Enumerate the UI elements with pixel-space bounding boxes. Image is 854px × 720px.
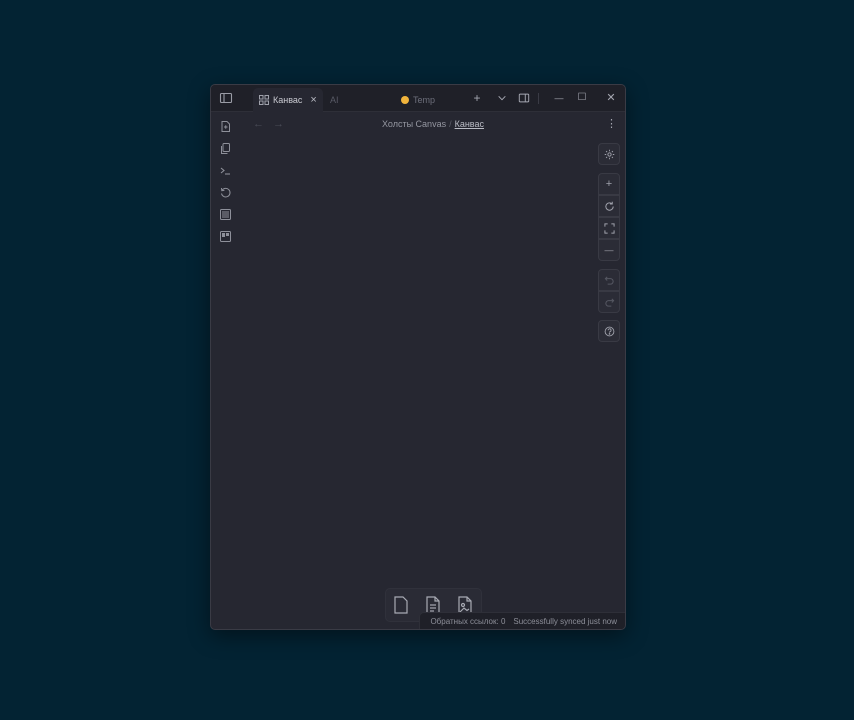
help-icon bbox=[604, 326, 614, 337]
tab-label: AI bbox=[330, 95, 339, 105]
zoom-out-button[interactable]: — bbox=[598, 239, 620, 261]
breadcrumb-separator: / bbox=[449, 119, 452, 129]
right-sidebar-toggle-icon[interactable] bbox=[516, 90, 532, 106]
fit-screen-icon bbox=[603, 223, 615, 234]
tab-label: Канвас bbox=[273, 95, 303, 105]
undo-button[interactable] bbox=[598, 269, 620, 291]
zoom-in-button[interactable]: + bbox=[598, 173, 620, 195]
tab-label: Temp bbox=[413, 95, 436, 105]
title-bar: Канвас × AI Temp + — ☐ ✕ bbox=[211, 85, 625, 112]
new-tab-button[interactable]: + bbox=[469, 90, 485, 106]
divider bbox=[538, 93, 539, 104]
status-bar: Обратных ссылок: 0 Successfully synced j… bbox=[419, 612, 625, 629]
breadcrumb: Холсты Canvas / Канвас bbox=[239, 119, 625, 129]
add-card-button[interactable] bbox=[390, 594, 412, 616]
canvas-icon bbox=[259, 95, 269, 105]
sync-status[interactable]: Successfully synced just now bbox=[513, 617, 617, 626]
temp-dot-icon bbox=[401, 96, 409, 104]
history-icon[interactable] bbox=[219, 186, 232, 199]
canvas-settings-button[interactable] bbox=[598, 143, 620, 165]
view-header: ← → Холсты Canvas / Канвас ⋮ bbox=[239, 113, 625, 135]
breadcrumb-current[interactable]: Канвас bbox=[455, 119, 484, 129]
maximize-button[interactable]: ☐ bbox=[574, 90, 590, 106]
app-window: Канвас × AI Temp + — ☐ ✕ ← → Холсты Canv… bbox=[210, 84, 626, 630]
undo-icon bbox=[604, 276, 614, 285]
redo-button[interactable] bbox=[598, 291, 620, 313]
close-tab-icon[interactable]: × bbox=[310, 94, 316, 106]
backlinks-count[interactable]: Обратных ссылок: 0 bbox=[430, 617, 505, 626]
canvas-help-button[interactable] bbox=[598, 320, 620, 342]
sidebar-toggle-icon[interactable] bbox=[219, 91, 233, 105]
reset-zoom-button[interactable] bbox=[598, 195, 620, 217]
zoom-to-fit-button[interactable] bbox=[598, 217, 620, 239]
breadcrumb-parent[interactable]: Холсты Canvas bbox=[382, 119, 446, 129]
blank-card-icon bbox=[394, 596, 408, 614]
refresh-icon bbox=[604, 201, 614, 211]
gear-icon bbox=[604, 149, 614, 160]
layers-icon[interactable] bbox=[219, 208, 232, 221]
tab-temp[interactable]: Temp bbox=[398, 88, 464, 112]
new-note-icon[interactable] bbox=[219, 120, 232, 133]
minimize-button[interactable]: — bbox=[551, 90, 567, 106]
close-window-button[interactable]: ✕ bbox=[603, 90, 619, 106]
tab-ai[interactable]: AI bbox=[327, 88, 397, 112]
tab-canvas[interactable]: Канвас × bbox=[253, 88, 323, 112]
tab-list-dropdown-icon[interactable] bbox=[494, 90, 510, 106]
copy-files-icon[interactable] bbox=[219, 142, 232, 155]
terminal-icon[interactable] bbox=[219, 164, 232, 177]
redo-icon bbox=[604, 298, 614, 307]
kanban-icon[interactable] bbox=[219, 230, 232, 243]
more-options-button[interactable]: ⋮ bbox=[606, 117, 617, 130]
left-ribbon bbox=[211, 113, 239, 629]
